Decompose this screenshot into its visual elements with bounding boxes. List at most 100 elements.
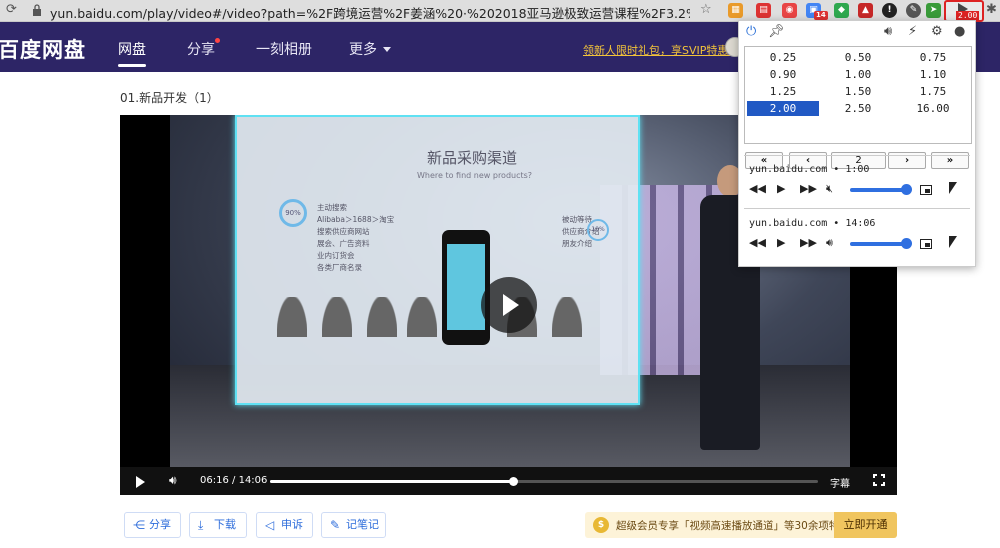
extension-grid-icon[interactable]: ▦ (728, 3, 743, 18)
share-button[interactable]: ⋲ 分享 (124, 512, 181, 538)
speed-option-1.10[interactable]: 1.10 (897, 67, 969, 82)
person-icon (277, 297, 307, 337)
speed-option-1.50[interactable]: 1.50 (822, 84, 894, 99)
play-icon[interactable]: ▶ (777, 236, 785, 249)
media-source-label: yun.baidu.com • 1:00 (749, 164, 870, 175)
percentage-ring: 10% (587, 219, 609, 241)
fast-forward-icon[interactable]: ▶▶ (800, 236, 817, 249)
progress-fill (270, 480, 514, 483)
phone-graphic (442, 230, 490, 345)
current-time: 06:16 (200, 475, 229, 486)
gear-icon[interactable]: ⚙ (931, 24, 943, 39)
slide-list: 主动搜索 Alibaba＞1688＞淘宝 搜索供应商网站 展会、广告资料 业内订… (317, 202, 394, 274)
play-icon[interactable]: ▶ (777, 182, 785, 195)
volume-icon[interactable]: 🔊︎ (826, 236, 833, 250)
time-separator: / (232, 475, 236, 486)
nav-item-share[interactable]: 分享 (187, 39, 215, 59)
evernote-icon[interactable]: ✎ (906, 3, 921, 18)
slide-heading: 主动搜索 (317, 203, 347, 212)
fullscreen-icon[interactable] (872, 473, 886, 487)
fast-forward-icon[interactable]: ▶▶ (800, 182, 817, 195)
slide-subtitle: Where to find new products? (417, 171, 533, 180)
take-notes-label: 记笔记 (346, 518, 379, 531)
take-notes-button[interactable]: ✎ 记笔记 (321, 512, 386, 538)
video-speed-extension-button[interactable]: 2.00 (944, 0, 984, 22)
speed-option-0.50[interactable]: 0.50 (822, 50, 894, 65)
progress-handle[interactable] (509, 477, 519, 486)
play-button[interactable] (136, 476, 145, 488)
volume-slider[interactable] (850, 188, 908, 192)
person-icon (407, 297, 437, 337)
player-controls: 🔊︎ 06:16 / 14:06 字幕 (120, 467, 897, 495)
volume-handle[interactable] (901, 184, 912, 195)
cursor-icon[interactable] (949, 236, 957, 248)
extension-note-icon[interactable]: ▤ (756, 3, 771, 18)
extension-calendar-icon[interactable]: ▣ 14 (806, 3, 828, 20)
nav-item-album[interactable]: 一刻相册 (256, 39, 312, 59)
lightning-icon[interactable]: ⚡︎ (908, 24, 917, 39)
mute-icon[interactable]: 🔇︎ (826, 182, 833, 196)
extension-arrow-icon[interactable]: ➤ (926, 3, 941, 18)
extension-chart-icon[interactable]: ▲ (858, 3, 873, 18)
site-logo[interactable]: 百度网盘 (0, 34, 86, 64)
speed-option-1.75[interactable]: 1.75 (897, 84, 969, 99)
phone-screen (447, 244, 485, 330)
weibo-extension-icon[interactable]: ◉ (782, 3, 797, 18)
rewind-icon[interactable]: ◀◀ (749, 182, 766, 195)
video-title: 01.新品开发（1） (120, 91, 219, 105)
nav-item-netdisk[interactable]: 网盘 (118, 39, 146, 59)
play-icon (503, 294, 519, 316)
volume-icon[interactable]: 🔊︎ (169, 473, 177, 488)
share-icon: ⋲ (133, 518, 145, 532)
speed-control-popup: ⏻ 📌︎ 🔊︎ ⚡︎ ⚙ ● « ‹ 2 › » 0.25 0.50 0.75 0.9… (738, 20, 976, 267)
active-nav-underline (118, 64, 146, 67)
divider (744, 208, 970, 209)
download-button[interactable]: ⤓ 下载 (189, 512, 247, 538)
cursor-icon[interactable] (949, 182, 957, 194)
volume-handle[interactable] (901, 238, 912, 249)
picture-in-picture-icon[interactable] (920, 185, 932, 195)
speed-grid: « ‹ 2 › » 0.25 0.50 0.75 0.90 1.00 1.10 1.25 1.… (744, 46, 972, 169)
subtitle-button[interactable]: 字幕 (830, 475, 850, 490)
nav-item-more[interactable]: 更多 (349, 39, 377, 59)
progress-bar[interactable] (270, 477, 818, 486)
speed-option-2.50[interactable]: 2.50 (822, 101, 894, 116)
lock-icon[interactable] (32, 4, 42, 16)
media-source-label: yun.baidu.com • 14:06 (749, 218, 876, 229)
speed-option-16.00[interactable]: 16.00 (897, 101, 969, 116)
pin-icon[interactable]: 📌︎ (768, 24, 785, 39)
extension-flag-icon[interactable]: ◆ (834, 3, 849, 18)
big-play-button[interactable] (481, 277, 537, 333)
chevron-down-icon[interactable] (383, 47, 391, 52)
vip-activate-button[interactable]: 立即开通 (834, 512, 897, 538)
vip-text: 超级会员专享「视频高速播放通道」等30余项特权 (616, 520, 850, 532)
speed-option-2.00[interactable]: 2.00 (747, 101, 819, 116)
address-bar[interactable]: yun.baidu.com/play/video#/video?path=%2F… (50, 3, 690, 22)
megaphone-icon: ◁ (265, 518, 275, 532)
volume-icon[interactable]: 🔊︎ (884, 24, 892, 39)
appeal-button[interactable]: ◁ 申诉 (256, 512, 313, 538)
github-icon[interactable]: ● (954, 24, 965, 39)
onepassword-icon[interactable]: ! (882, 3, 897, 18)
speed-option-1.25[interactable]: 1.25 (747, 84, 819, 99)
speed-option-0.75[interactable]: 0.75 (897, 50, 969, 65)
rewind-icon[interactable]: ◀◀ (749, 236, 766, 249)
percentage-ring: 90% (279, 199, 307, 227)
slide-item: 搜索供应商网站 (317, 227, 370, 236)
speed-option-1.00[interactable]: 1.00 (822, 67, 894, 82)
promo-link[interactable]: 领新人限时礼包，享SVIP特惠！ (583, 42, 739, 58)
power-icon[interactable]: ⏻ (746, 24, 756, 39)
bookmark-star-icon[interactable]: ☆ (700, 2, 712, 17)
slide-title: 新品采购渠道 (427, 149, 518, 167)
appeal-label: 申诉 (281, 518, 303, 531)
extensions-puzzle-icon[interactable]: ✱ (986, 2, 997, 17)
volume-slider[interactable] (850, 242, 908, 246)
vip-coin-icon: $ (593, 517, 609, 533)
slide-item: Alibaba＞1688＞淘宝 (317, 215, 395, 224)
person-icon (322, 297, 352, 337)
picture-in-picture-icon[interactable] (920, 239, 932, 249)
speed-option-0.90[interactable]: 0.90 (747, 67, 819, 82)
reload-icon[interactable]: ⟳ (6, 2, 17, 17)
speed-option-0.25[interactable]: 0.25 (747, 50, 819, 65)
extension-count-badge: 14 (814, 11, 828, 20)
